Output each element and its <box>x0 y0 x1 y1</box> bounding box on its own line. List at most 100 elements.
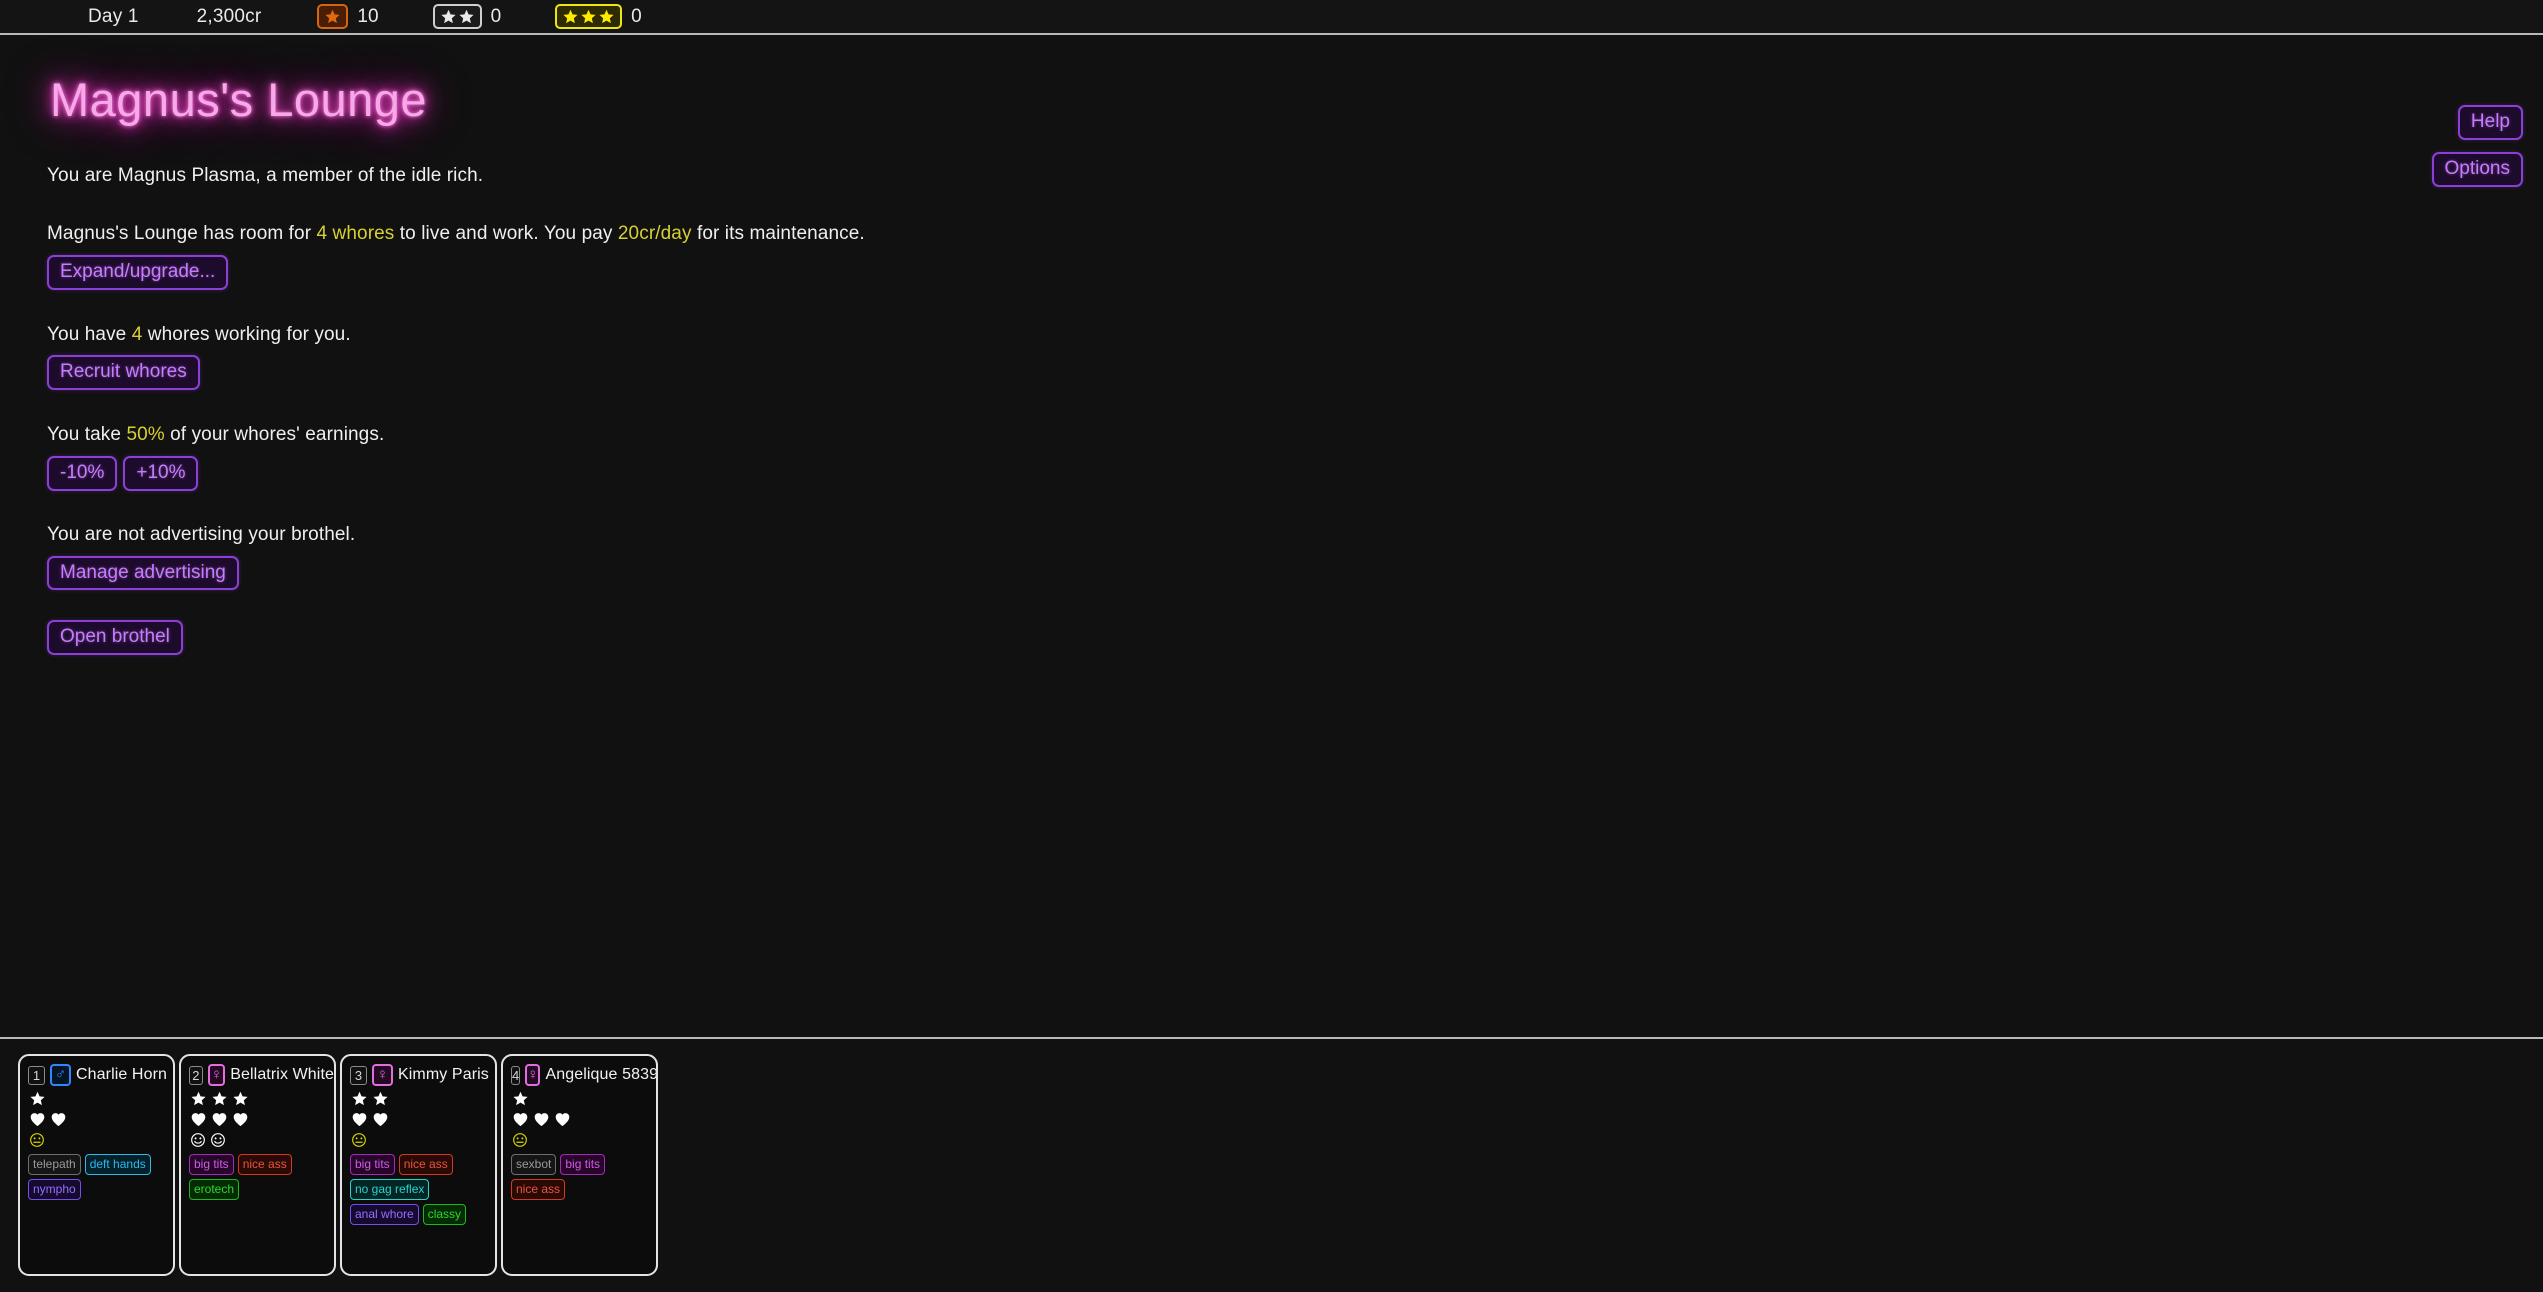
two-star-badge-icon <box>432 4 482 29</box>
trait-tag-list: big tits nice ass erotech <box>189 1154 334 1200</box>
mood-indicators <box>350 1132 495 1148</box>
heart-rating <box>28 1111 173 1128</box>
capacity-pre: Magnus's Lounge has room for <box>47 223 317 245</box>
roster-card-name: Angelique 5839 <box>545 1066 658 1083</box>
star-icon <box>29 1090 46 1107</box>
trait-tag: anal whore <box>350 1204 419 1225</box>
heart-icon <box>190 1111 207 1128</box>
roster-tray: 1 ♂ Charlie Horn telepath deft hands nympho 2 ♀… <box>0 1037 2543 1292</box>
staff-pre: You have <box>47 323 132 345</box>
game-window: Day 1 2,300cr 10 0 0 Help Options Magnus's… <box>0 0 2543 1292</box>
capacity-block: Magnus's Lounge has room for 4 whores to… <box>47 222 2543 290</box>
neutral-face-icon <box>512 1132 528 1148</box>
trait-tag: erotech <box>189 1179 240 1200</box>
rating-count-2-star: 0 <box>490 5 502 27</box>
happy-face-icon <box>210 1132 226 1148</box>
slot-number: 3 <box>350 1065 367 1085</box>
advertising-block: You are not advertising your brothel. Ma… <box>47 523 2543 591</box>
open-brothel-row: Open brothel <box>47 620 2543 656</box>
capacity-text: Magnus's Lounge has room for 4 whores to… <box>47 222 2543 246</box>
star-icon <box>512 1090 529 1107</box>
star-rating <box>350 1090 495 1107</box>
star-icon <box>372 1090 389 1107</box>
neutral-face-icon <box>351 1132 367 1148</box>
open-brothel-button[interactable]: Open brothel <box>47 620 183 656</box>
heart-icon <box>351 1111 368 1128</box>
roster-card-name: Charlie Horn <box>76 1066 168 1083</box>
trait-tag: nympho <box>28 1179 81 1200</box>
heart-rating <box>350 1111 495 1128</box>
rating-count-1-star: 10 <box>357 5 379 27</box>
star-rating <box>189 1090 334 1107</box>
roster-card[interactable]: 2 ♀ Bellatrix White big tits nice ass erotech <box>179 1054 336 1276</box>
intro-text: You are Magnus Plasma, a member of the i… <box>47 165 484 187</box>
three-star-badge-icon <box>555 4 623 29</box>
staff-post: whores working for you. <box>142 323 351 345</box>
trait-tag-list: big tits nice ass no gag reflex anal whore c… <box>350 1154 495 1225</box>
cut-post: of your whores' earnings. <box>164 424 385 446</box>
trait-tag: nice ass <box>511 1179 566 1200</box>
neutral-face-icon <box>29 1132 45 1148</box>
help-button[interactable]: Help <box>2457 105 2523 140</box>
roster-card[interactable]: 4 ♀ Angelique 5839 sexbot big tits nice ass <box>501 1054 658 1276</box>
slot-number: 2 <box>189 1065 203 1085</box>
trait-tag: big tits <box>189 1154 234 1175</box>
heart-icon <box>29 1111 46 1128</box>
heart-icon <box>211 1111 228 1128</box>
rating-count-3-star: 0 <box>631 5 642 27</box>
star-rating <box>511 1090 656 1107</box>
roster-card-header: 1 ♂ Charlie Horn <box>28 1064 173 1086</box>
heart-icon <box>372 1111 389 1128</box>
earnings-cut-block: You take 50% of your whores' earnings. -… <box>47 423 2543 491</box>
heart-rating <box>189 1111 334 1128</box>
roster-card-name: Bellatrix White <box>230 1066 334 1083</box>
trait-tag: telepath <box>28 1154 81 1175</box>
heart-icon <box>50 1111 67 1128</box>
female-symbol-icon: ♀ <box>525 1064 541 1086</box>
earnings-cut-text: You take 50% of your whores' earnings. <box>47 423 2543 447</box>
one-star-badge-icon <box>317 4 349 29</box>
roster-card-header: 2 ♀ Bellatrix White <box>189 1064 334 1086</box>
capacity-upkeep: 20cr/day <box>617 223 692 245</box>
heart-icon <box>554 1111 571 1128</box>
roster-card-name: Kimmy Paris <box>398 1066 489 1083</box>
advertising-text: You are not advertising your brothel. <box>47 523 356 545</box>
heart-icon <box>232 1111 249 1128</box>
roster-card[interactable]: 1 ♂ Charlie Horn telepath deft hands nympho <box>18 1054 175 1276</box>
roster-card[interactable]: 3 ♀ Kimmy Paris big tits nice ass no gag refl… <box>340 1054 497 1276</box>
slot-number: 4 <box>511 1065 521 1085</box>
expand-upgrade-button[interactable]: Expand/upgrade... <box>47 254 229 290</box>
day-counter: Day 1 <box>88 5 139 27</box>
money-counter: 2,300cr <box>196 5 262 27</box>
star-rating <box>28 1090 173 1107</box>
staff-text: You have 4 whores working for you. <box>47 323 2543 347</box>
status-bar: Day 1 2,300cr 10 0 0 <box>0 0 2543 35</box>
rating-counters: 10 0 0 <box>317 4 695 29</box>
star-icon <box>211 1090 228 1107</box>
star-icon <box>190 1090 207 1107</box>
staff-block: You have 4 whores working for you. Recru… <box>47 323 2543 391</box>
female-symbol-icon: ♀ <box>372 1064 393 1086</box>
trait-tag: big tits <box>350 1154 395 1175</box>
mood-indicators <box>511 1132 656 1148</box>
recruit-whores-button[interactable]: Recruit whores <box>47 355 200 391</box>
capacity-mid: to live and work. You pay <box>394 223 618 245</box>
page-title: Magnus's Lounge <box>50 73 428 126</box>
options-button[interactable]: Options <box>2431 151 2523 187</box>
capacity-rooms: 4 whores <box>316 223 395 245</box>
roster-card-header: 3 ♀ Kimmy Paris <box>350 1064 495 1086</box>
increase-cut-button[interactable]: +10% <box>123 456 199 491</box>
cut-percent: 50% <box>126 424 165 446</box>
trait-tag: no gag reflex <box>350 1179 430 1200</box>
trait-tag: nice ass <box>237 1154 292 1175</box>
corner-button-group: Help Options <box>2431 105 2523 187</box>
decrease-cut-button[interactable]: -10% <box>47 456 118 491</box>
main-panel: Help Options Magnus's Lounge You are Mag… <box>0 35 2543 1037</box>
trait-tag: deft hands <box>84 1154 151 1175</box>
manage-advertising-button[interactable]: Manage advertising <box>47 555 239 591</box>
heart-icon <box>533 1111 550 1128</box>
slot-number: 1 <box>28 1065 45 1085</box>
happy-face-icon <box>190 1132 206 1148</box>
male-symbol-icon: ♂ <box>50 1064 71 1086</box>
heart-rating <box>511 1111 656 1128</box>
